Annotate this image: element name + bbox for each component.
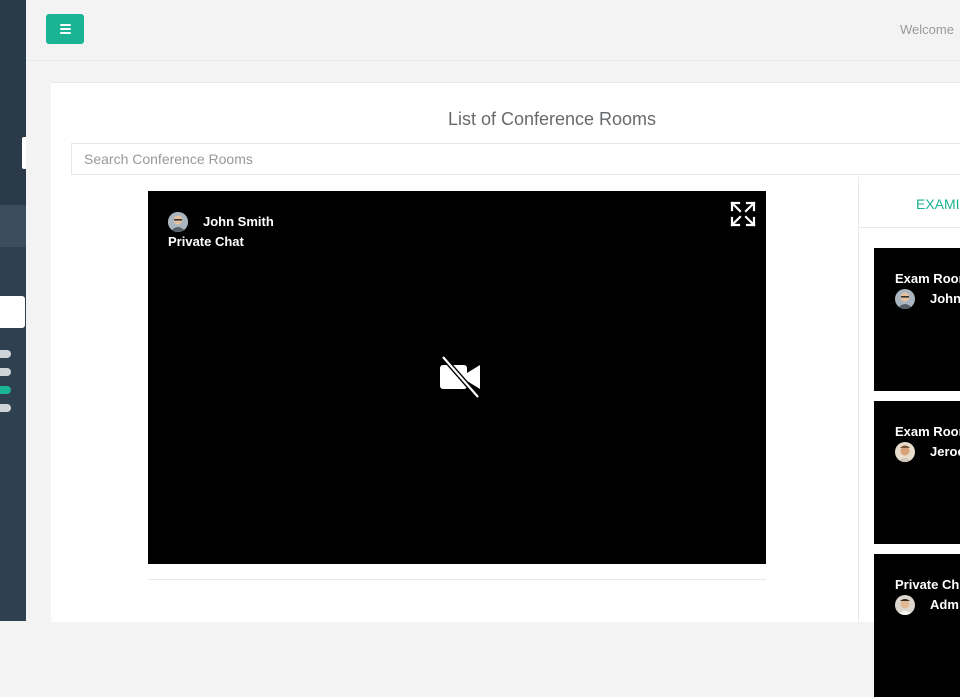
page-title: List of Conference Rooms — [447, 109, 657, 129]
room-card-participant: John — [930, 291, 960, 306]
expand-icon[interactable] — [729, 200, 757, 228]
participant-name: John Smith — [203, 214, 274, 229]
divider — [859, 227, 960, 228]
sidebar — [0, 0, 26, 621]
divider — [148, 579, 766, 580]
sidebar-item-active[interactable] — [0, 205, 26, 247]
room-card-participant: Jeroe — [930, 444, 960, 459]
avatar — [895, 289, 915, 309]
room-name: Private Chat — [168, 234, 244, 249]
room-card-title: Private Ch — [895, 577, 960, 592]
sidebar-active-indicator — [22, 137, 26, 169]
menu-toggle-button[interactable] — [46, 14, 84, 44]
camera-off-icon — [440, 355, 480, 399]
room-card[interactable]: Private Ch Adm — [874, 554, 960, 697]
room-list-column: EXAMI Exam Roor John Exam Roor Jeroe Pri… — [858, 177, 960, 697]
room-card-title: Exam Roor — [895, 424, 960, 439]
search-input[interactable] — [71, 143, 960, 175]
chat-icon[interactable] — [0, 350, 11, 358]
avatar — [895, 595, 915, 615]
chat-icon[interactable] — [0, 404, 11, 412]
room-card-title: Exam Roor — [895, 271, 960, 286]
avatar — [168, 212, 188, 232]
room-card[interactable]: Exam Roor John — [874, 248, 960, 391]
chat-icon-active[interactable] — [0, 386, 11, 394]
tab-examination[interactable]: EXAMI — [916, 196, 960, 212]
chat-icon[interactable] — [0, 368, 11, 376]
room-card-participant: Adm — [930, 597, 959, 612]
sidebar-header — [0, 0, 26, 205]
main-video-panel[interactable]: John Smith Private Chat — [148, 191, 766, 564]
sidebar-search-box[interactable] — [0, 296, 25, 328]
conference-rooms-panel: List of Conference Rooms John Smith Priv… — [51, 82, 960, 697]
welcome-text: Welcome — [900, 22, 954, 37]
top-navbar: Welcome — [26, 0, 960, 61]
room-card[interactable]: Exam Roor Jeroe — [874, 401, 960, 544]
avatar — [895, 442, 915, 462]
